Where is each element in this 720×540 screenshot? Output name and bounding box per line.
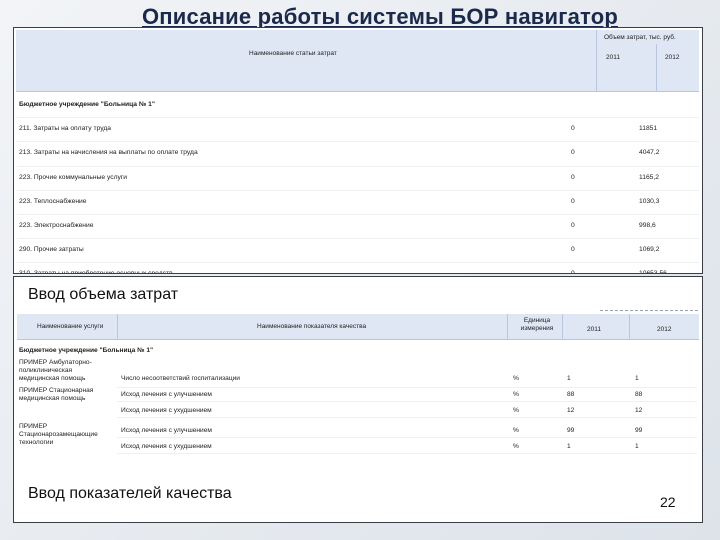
header-divider (562, 314, 563, 339)
row-divider (117, 387, 697, 388)
cost-item-label: 310. Затраты на приобретение основных ср… (19, 270, 173, 274)
cost-item-label: 211. Затраты на оплату труда (19, 125, 111, 133)
unit-cell: % (513, 443, 519, 450)
indicator-name: Исход лечения с ухудшением (121, 443, 212, 450)
value-2012[interactable]: 11851 (639, 125, 657, 132)
value-2012[interactable]: 1030,3 (639, 198, 659, 205)
value-2011[interactable]: 0 (571, 270, 575, 273)
unit-cell: % (513, 407, 519, 414)
year-2012-header: 2012 (665, 54, 680, 61)
service-name: ПРИМЕР Стационарозамещающие технологии (19, 423, 98, 446)
value-2012[interactable]: 1 (635, 443, 639, 450)
indicator-column-header: Наименование показателя качества (257, 323, 367, 330)
indicator-name: Исход лечения с ухудшением (121, 407, 212, 414)
row-divider (117, 437, 697, 438)
row-divider (117, 417, 697, 418)
costs-caption-box: Ввод объема затрат (13, 276, 703, 314)
header-divider (656, 44, 657, 91)
table-row: 290. Прочие затраты 0 1069,2 (17, 239, 699, 264)
cost-item-label: 223. Электроснабжение (19, 221, 94, 229)
page-number: 22 (660, 494, 676, 510)
row-divider (117, 401, 697, 402)
value-2012[interactable]: 4047,2 (639, 149, 659, 156)
header-divider (596, 30, 597, 91)
indicator-name: Исход лечения с улучшением (121, 391, 212, 398)
dashed-divider (600, 310, 698, 311)
unit-column-header: Единица измерения (520, 317, 554, 332)
table-row: 223. Электроснабжение 0 998,6 (17, 215, 699, 240)
value-2011[interactable]: 1 (567, 375, 571, 382)
cost-item-label: 290. Прочие затраты (19, 246, 84, 254)
quality-table-header: Наименование услуги Наименование показат… (17, 314, 699, 340)
year-2011-header: 2011 (587, 326, 601, 333)
value-2011[interactable]: 12 (567, 407, 574, 414)
value-2012[interactable]: 1165,2 (639, 174, 659, 181)
value-2012[interactable]: 12 (635, 407, 642, 414)
value-2012[interactable]: 1 (635, 375, 639, 382)
value-2011[interactable]: 0 (571, 222, 575, 229)
value-2012[interactable]: 998,6 (639, 222, 656, 229)
cost-item-label: 223. Теплоснабжение (19, 197, 87, 205)
service-name: ПРИМЕР Амбулаторно-поликлиническая медиц… (19, 359, 92, 382)
costs-table-screenshot: Наименование статьи затрат Объем затрат,… (13, 27, 703, 274)
group-row: Бюджетное учреждение "Больница № 1" (19, 347, 154, 354)
row-divider (117, 453, 697, 454)
value-2011[interactable]: 88 (567, 391, 574, 398)
table-row: 211. Затраты на оплату труда 0 11851 (17, 118, 699, 143)
quality-caption-box: Ввод показателей качества (13, 474, 703, 523)
year-2012-header: 2012 (657, 326, 672, 333)
cost-item-label: 223. Прочие коммунальные услуги (19, 173, 128, 181)
table-row: 213. Затраты на начисления на выплаты по… (17, 142, 699, 167)
value-2011[interactable]: 99 (567, 427, 574, 434)
table-row: 223. Теплоснабжение 0 1030,3 (17, 191, 699, 215)
value-2012[interactable]: 1069,2 (639, 246, 659, 253)
header-divider (117, 314, 118, 339)
cost-item-label: 213. Затраты на начисления на выплаты по… (19, 149, 198, 157)
costs-table-body: Бюджетное учреждение "Больница № 1" 211. … (17, 94, 699, 274)
unit-cell: % (513, 391, 519, 398)
service-name: ПРИМЕР Стационарная медицинская помощь (19, 387, 94, 402)
costs-table-header: Наименование статьи затрат Объем затрат,… (16, 30, 699, 92)
value-2012[interactable]: 88 (635, 391, 642, 398)
header-divider (507, 314, 508, 339)
unit-cell: % (513, 427, 519, 434)
value-2011[interactable]: 0 (571, 174, 575, 181)
value-2012[interactable]: 99 (635, 427, 642, 434)
value-2012[interactable]: 10653,56 (639, 270, 667, 273)
group-row: Бюджетное учреждение "Больница № 1" (17, 94, 699, 119)
table-row: 310. Затраты на приобретение основных ср… (17, 263, 699, 274)
quality-table-screenshot: Наименование услуги Наименование показат… (13, 312, 703, 475)
unit-cell: % (513, 375, 519, 382)
costs-caption: Ввод объема затрат (28, 286, 179, 303)
value-2011[interactable]: 1 (567, 443, 571, 450)
value-2011[interactable]: 0 (571, 125, 575, 132)
quality-caption: Ввод показателей качества (28, 485, 232, 502)
header-divider (629, 314, 630, 339)
indicator-name: Исход лечения с улучшением (121, 427, 212, 434)
table-row: 223. Прочие коммунальные услуги 0 1165,2 (17, 167, 699, 191)
value-2011[interactable]: 0 (571, 149, 575, 156)
cost-item-column-header: Наименование статьи затрат (249, 50, 337, 57)
volume-column-header: Объем затрат, тыс. руб. (604, 34, 676, 41)
service-column-header: Наименование услуги (37, 323, 104, 330)
cost-item-label: Бюджетное учреждение "Больница № 1" (19, 101, 156, 108)
value-2011[interactable]: 0 (571, 198, 575, 205)
year-2011-header: 2011 (606, 54, 620, 61)
indicator-name: Число несоответствий госпитализации (121, 375, 240, 382)
value-2011[interactable]: 0 (571, 246, 575, 253)
slide: Описание работы системы БОР навигатор На… (0, 0, 720, 540)
